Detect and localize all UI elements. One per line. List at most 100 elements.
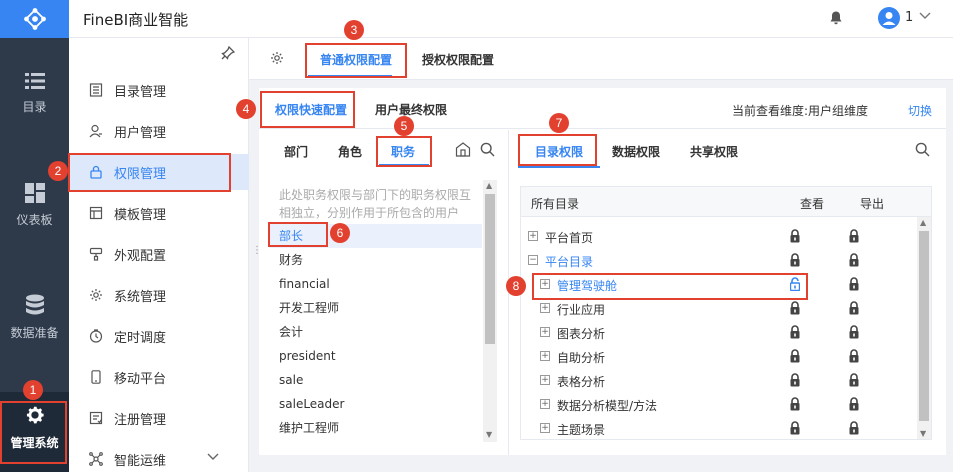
annotation-box <box>305 43 407 78</box>
table-header: 所有目录 查看 导出 <box>521 187 931 217</box>
rail-item-directory[interactable]: 目录 <box>0 72 69 152</box>
sidebar-item-label: 外观配置 <box>114 248 167 264</box>
expand-toggle-icon[interactable]: + <box>540 327 550 337</box>
tree-row[interactable]: + 图表分析 <box>521 321 917 345</box>
expand-toggle-icon[interactable]: + <box>540 303 550 313</box>
lock-icon[interactable] <box>790 229 800 246</box>
lock-icon[interactable] <box>790 421 800 438</box>
sidebar-item-label: 移动平台 <box>114 371 167 387</box>
directory-icon <box>89 83 103 97</box>
lock-icon[interactable] <box>849 325 859 342</box>
scroll-thumb[interactable] <box>919 231 929 421</box>
lock-icon[interactable] <box>849 421 859 438</box>
lock-icon[interactable] <box>790 301 800 318</box>
lock-icon[interactable] <box>849 397 859 414</box>
brush-icon <box>89 247 103 261</box>
lock-icon[interactable] <box>849 229 859 246</box>
sidebar-item-directory[interactable]: 目录管理 <box>69 72 249 108</box>
tab-final-permission[interactable]: 用户最终权限 <box>375 101 447 118</box>
lock-icon[interactable] <box>849 277 859 294</box>
tab-grant-permission[interactable]: 授权权限配置 <box>422 51 494 68</box>
list-item[interactable]: president <box>269 344 482 368</box>
tree-row[interactable]: + 平台首页 <box>521 225 917 249</box>
expand-toggle-icon[interactable]: + <box>540 351 550 361</box>
sidebar-item-mobile[interactable]: 移动平台 <box>69 359 249 395</box>
lock-icon[interactable] <box>790 325 800 342</box>
expand-toggle-icon[interactable]: − <box>528 255 538 265</box>
list-item[interactable]: financial <box>269 272 482 296</box>
rail-item-dashboard[interactable]: 仪表板 <box>0 183 69 263</box>
hierarchy-icon[interactable] <box>455 142 471 157</box>
expand-toggle-icon[interactable]: + <box>540 399 550 409</box>
sidebar-item-templates[interactable]: 模板管理 <box>69 195 249 231</box>
sidebar-item-schedule[interactable]: 定时调度 <box>69 318 249 354</box>
annotation-badge: 2 <box>48 161 68 181</box>
permission-panel: 权限快速配置 用户最终权限 当前查看维度:用户组维度 切换 部门 角色 职务 此… <box>259 88 946 455</box>
lock-icon[interactable] <box>849 349 859 366</box>
scroll-up-icon[interactable]: ▲ <box>486 181 492 190</box>
list-item[interactable]: 财务 <box>269 248 482 272</box>
scroll-down-icon[interactable]: ▼ <box>920 429 926 438</box>
splitter-handle[interactable]: ⋮ <box>252 246 262 264</box>
annotation-badge: 4 <box>236 99 256 119</box>
list-item[interactable]: 开发工程师 <box>269 296 482 320</box>
lock-icon[interactable] <box>790 349 800 366</box>
lock-icon[interactable] <box>849 373 859 390</box>
logo-icon[interactable] <box>0 0 69 38</box>
tree-scrollbar[interactable]: ▲ ▼ <box>917 217 931 439</box>
tree-row[interactable]: + 自助分析 <box>521 345 917 369</box>
tab-department[interactable]: 部门 <box>284 143 308 160</box>
chevron-down-icon[interactable] <box>207 453 219 461</box>
lock-icon[interactable] <box>849 253 859 270</box>
switch-link[interactable]: 切换 <box>908 102 932 119</box>
scroll-thumb[interactable] <box>485 194 495 344</box>
expand-toggle-icon[interactable]: + <box>540 423 550 433</box>
settings-icon[interactable] <box>270 51 284 65</box>
rail-item-data-prep[interactable]: 数据准备 <box>0 294 69 374</box>
list-scrollbar[interactable]: ▲ ▼ <box>483 180 497 442</box>
annotation-box <box>260 91 355 128</box>
tree-row[interactable]: + 数据分析模型/方法 <box>521 393 917 417</box>
sidebar: 目录管理 用户管理 权限管理 模板管理 外观配置 系统管理 定时调度 移动平台 … <box>69 38 249 472</box>
rail-item-label: 仪表板 <box>16 213 53 227</box>
list-item[interactable]: 会计 <box>269 320 482 344</box>
sidebar-item-ops[interactable]: 智能运维 <box>69 441 249 472</box>
tab-share-permission[interactable]: 共享权限 <box>690 143 738 160</box>
expand-toggle-icon[interactable]: + <box>528 231 538 241</box>
tree-row[interactable]: + 行业应用 <box>521 297 917 321</box>
avatar[interactable] <box>878 7 900 29</box>
sidebar-item-users[interactable]: 用户管理 <box>69 113 249 149</box>
list-icon <box>24 73 45 89</box>
tree-row[interactable]: + 主题场景 <box>521 417 917 439</box>
sidebar-item-appearance[interactable]: 外观配置 <box>69 236 249 272</box>
annotation-box <box>268 222 328 247</box>
secondary-tabs: 权限快速配置 用户最终权限 当前查看维度:用户组维度 切换 <box>259 88 946 129</box>
tree-label: 表格分析 <box>557 375 606 389</box>
search-icon[interactable] <box>480 142 495 157</box>
tree-label: 主题场景 <box>557 423 606 437</box>
list-item[interactable]: sale <box>269 368 482 392</box>
tree-row[interactable]: + 表格分析 <box>521 369 917 393</box>
lock-icon[interactable] <box>790 373 800 390</box>
chevron-down-icon[interactable] <box>919 12 931 20</box>
sidebar-item-system[interactable]: 系统管理 <box>69 277 249 313</box>
user-name[interactable]: 1 <box>905 10 913 25</box>
lock-icon[interactable] <box>849 301 859 318</box>
scroll-down-icon[interactable]: ▼ <box>486 430 492 439</box>
search-icon[interactable] <box>915 142 930 157</box>
lock-icon[interactable] <box>790 397 800 414</box>
list-item[interactable]: saleLeader <box>269 392 482 416</box>
annotation-box <box>0 401 67 464</box>
lock-icon[interactable] <box>790 253 800 270</box>
tab-role[interactable]: 角色 <box>338 143 362 160</box>
app-title: FineBI商业智能 <box>83 11 189 29</box>
tab-data-permission[interactable]: 数据权限 <box>612 143 660 160</box>
list-item[interactable]: 维护工程师 <box>269 416 482 440</box>
pin-icon[interactable] <box>221 46 235 60</box>
tree-row[interactable]: − 平台目录 <box>521 249 917 273</box>
sidebar-item-register[interactable]: 注册管理 <box>69 400 249 436</box>
tree-label: 图表分析 <box>557 327 606 341</box>
bell-icon[interactable] <box>830 11 842 25</box>
expand-toggle-icon[interactable]: + <box>540 375 550 385</box>
scroll-up-icon[interactable]: ▲ <box>920 218 926 227</box>
